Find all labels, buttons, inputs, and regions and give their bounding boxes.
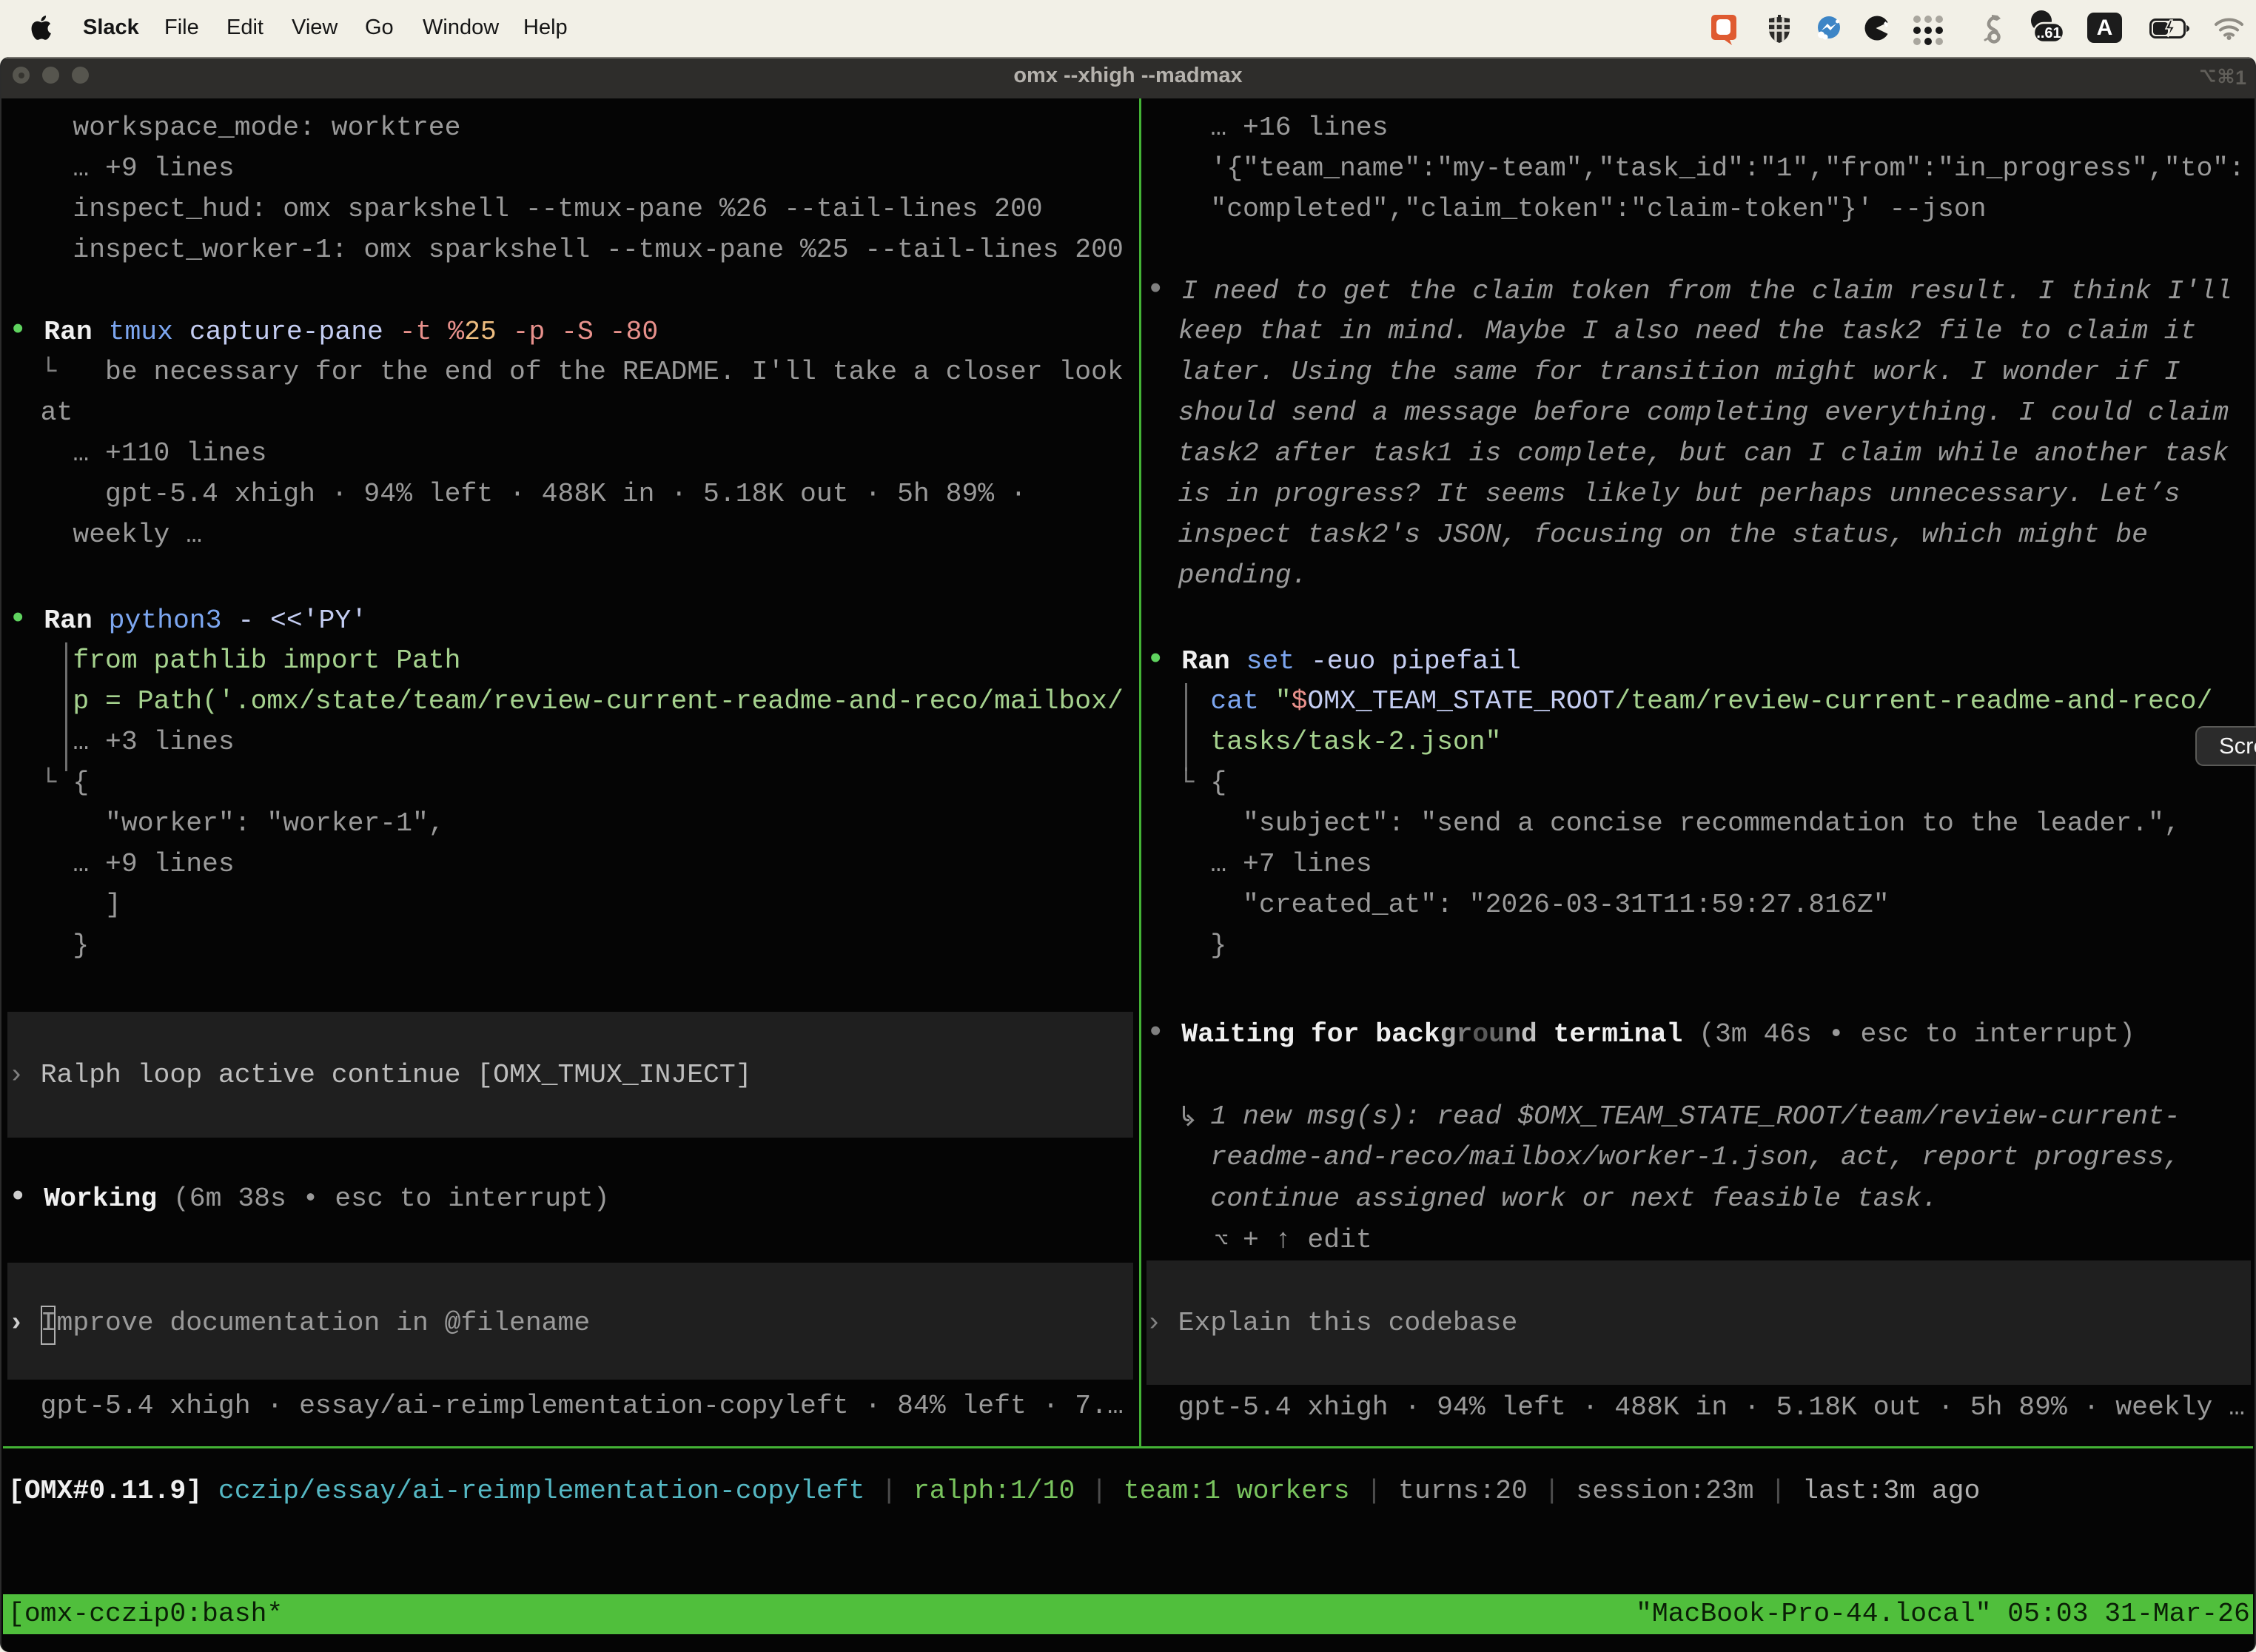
svg-text:..61: ..61: [2036, 25, 2061, 41]
